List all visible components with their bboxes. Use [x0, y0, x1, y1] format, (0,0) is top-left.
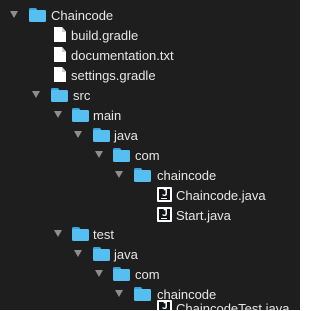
folder-icon	[113, 148, 130, 162]
folder-icon	[134, 168, 151, 182]
folder-icon	[72, 108, 89, 122]
file-icon	[54, 67, 66, 82]
tree-node-label: settings.gradle	[71, 68, 156, 83]
tree-node-chaincode-root[interactable]: Chaincode	[0, 6, 300, 25]
tree-node-chaincodetest-java[interactable]: J ChaincodeTest.java	[0, 299, 300, 310]
tree-node-label: Chaincode	[51, 8, 114, 23]
chevron-down-icon[interactable]	[10, 11, 18, 18]
tree-node-start-java[interactable]: J Start.java	[0, 206, 300, 225]
chevron-down-icon[interactable]	[54, 230, 62, 237]
file-icon	[54, 27, 66, 42]
tree-node-src[interactable]: src	[0, 86, 300, 105]
folder-icon	[93, 128, 110, 142]
tree-node-label: documentation.txt	[71, 48, 174, 63]
chevron-down-icon[interactable]	[74, 131, 82, 138]
chevron-down-icon[interactable]	[95, 270, 103, 277]
tree-node-test-java[interactable]: java	[0, 245, 300, 264]
folder-icon	[113, 267, 130, 281]
chevron-down-icon[interactable]	[54, 111, 62, 118]
tree-node-label: build.gradle	[71, 28, 139, 43]
chevron-down-icon[interactable]	[74, 250, 82, 257]
tree-node-build-gradle[interactable]: build.gradle	[0, 26, 300, 45]
tree-node-label: com	[135, 267, 160, 282]
tree-node-label: Start.java	[176, 208, 231, 223]
folder-icon	[29, 8, 46, 22]
tree-node-label: java	[114, 247, 138, 262]
folder-icon	[72, 227, 89, 241]
tree-node-label: java	[114, 128, 138, 143]
chevron-down-icon[interactable]	[95, 151, 103, 158]
folder-icon	[51, 88, 68, 102]
java-file-icon: J	[157, 187, 172, 202]
tree-node-test-com[interactable]: com	[0, 265, 300, 284]
file-icon	[54, 47, 66, 62]
folder-icon	[93, 247, 110, 261]
chevron-down-icon[interactable]	[32, 91, 40, 98]
tree-node-label: com	[135, 148, 160, 163]
tree-node-label: test	[93, 227, 114, 242]
tree-node-label: main	[93, 108, 122, 123]
tree-node-label: chaincode	[157, 168, 217, 183]
chevron-down-icon[interactable]	[115, 290, 123, 297]
tree-node-label: Chaincode.java	[176, 188, 266, 203]
tree-node-settings-gradle[interactable]: settings.gradle	[0, 66, 300, 85]
java-file-icon: J	[157, 300, 172, 310]
tree-node-main[interactable]: main	[0, 106, 300, 125]
tree-node-test[interactable]: test	[0, 225, 300, 244]
chevron-down-icon[interactable]	[115, 171, 123, 178]
tree-node-documentation-txt[interactable]: documentation.txt	[0, 46, 300, 65]
tree-node-main-java[interactable]: java	[0, 126, 300, 145]
tree-node-main-chaincode[interactable]: chaincode	[0, 166, 300, 185]
tree-node-chaincode-java[interactable]: J Chaincode.java	[0, 186, 300, 205]
java-file-icon: J	[157, 207, 172, 222]
project-tree: Chaincode build.gradle documentation.txt…	[0, 0, 300, 310]
tree-node-label: src	[73, 88, 91, 103]
tree-node-label: ChaincodeTest.java	[176, 301, 290, 310]
tree-node-main-com[interactable]: com	[0, 146, 300, 165]
